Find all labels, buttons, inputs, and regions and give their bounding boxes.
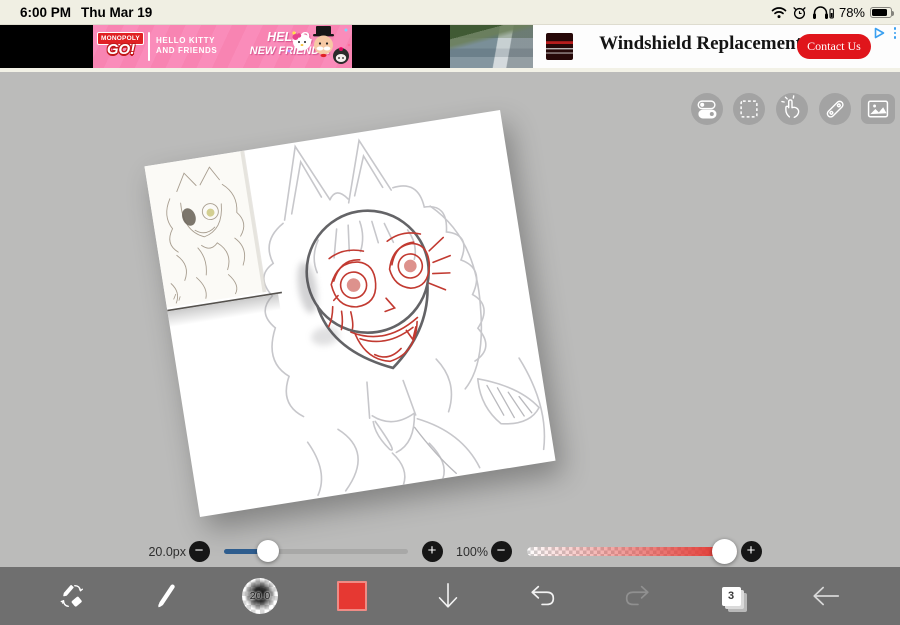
ad-subtitle: HELLO KITTY AND FRIENDS (156, 36, 218, 55)
reference-inset (144, 150, 267, 308)
back-arrow-icon (813, 586, 840, 606)
marquee-select-button[interactable] (733, 93, 765, 125)
color-swatch-button[interactable] (337, 567, 367, 625)
ibispaint-app: 6:00 PM Thu Mar 19 78% MONOPOLY GO! HELL… (0, 0, 900, 625)
windshield-ad-photo[interactable] (450, 25, 533, 68)
brush-preview-button[interactable]: 20.0 (242, 567, 278, 625)
opacity-minus-button[interactable]: − (490, 540, 512, 562)
ad-menu-icon[interactable] (893, 27, 897, 41)
brush-icon (158, 584, 175, 608)
hand-gesture-button[interactable] (776, 93, 808, 125)
ad-banner: MONOPOLY GO! HELLO KITTY AND FRIENDS HEL… (0, 25, 900, 88)
marquee-select-icon (740, 100, 758, 118)
ad-characters (287, 26, 351, 64)
hand-gesture-icon (781, 95, 800, 119)
down-arrow-icon (438, 583, 458, 608)
adchoices-icon[interactable] (874, 27, 886, 39)
clock-time: 6:00 PM (20, 5, 72, 20)
redo-icon (625, 585, 649, 606)
bottom-toolbar: 20.0 3 (0, 567, 900, 625)
brush-size-value: 20.0 (249, 590, 271, 602)
reference-image-icon (867, 100, 889, 118)
brush-size-plus-button[interactable]: + (421, 540, 443, 562)
clock-date: Thu Mar 19 (81, 5, 153, 20)
monopoly-go-logo: MONOPOLY GO! (97, 30, 144, 63)
ad-divider (148, 32, 150, 61)
contact-us-button[interactable]: Contact Us (797, 34, 871, 59)
color-swatch (337, 581, 367, 611)
drawing-canvas[interactable] (144, 110, 556, 517)
layers-button[interactable]: 3 (713, 567, 749, 625)
tool-swap-button[interactable] (54, 567, 90, 625)
reference-image-button[interactable] (861, 94, 895, 124)
toggles-icon (697, 100, 717, 119)
brush-tool-button[interactable] (148, 567, 184, 625)
toggles-button[interactable] (691, 93, 723, 125)
canvas-workspace: 20.0px − + 100% − + (0, 72, 900, 567)
battery-icon (870, 7, 894, 18)
back-button[interactable] (808, 567, 844, 625)
opacity-plus-button[interactable]: + (740, 540, 762, 562)
opacity-label: 100% (456, 545, 488, 559)
brush-preview: 20.0 (242, 578, 278, 614)
ruler-button[interactable] (819, 93, 851, 125)
redo-button[interactable] (619, 567, 655, 625)
battery-percent: 78% (838, 5, 865, 20)
undo-icon (531, 585, 555, 606)
down-arrow-button[interactable] (430, 567, 466, 625)
tool-swap-icon (60, 584, 84, 608)
windshield-ad-logo (546, 33, 573, 60)
ruler-icon (826, 100, 844, 118)
brush-size-knob[interactable] (257, 540, 279, 562)
windshield-ad-title: Windshield Replacement (599, 33, 802, 54)
monopoly-go-ad[interactable]: MONOPOLY GO! HELLO KITTY AND FRIENDS HEL… (93, 25, 352, 68)
status-bar: 6:00 PM Thu Mar 19 78% (0, 0, 900, 25)
opacity-knob[interactable] (711, 538, 737, 564)
layer-count: 3 (727, 590, 735, 602)
alarm-icon (793, 7, 806, 19)
headphones-icon (812, 6, 834, 19)
brush-size-minus-button[interactable]: − (188, 540, 210, 562)
brush-size-label: 20.0px (148, 545, 186, 559)
opacity-slider[interactable] (527, 546, 737, 556)
wifi-icon (771, 7, 787, 19)
brush-size-slider[interactable] (224, 549, 408, 554)
windshield-ad[interactable]: Windshield Replacement Contact Us (533, 25, 900, 68)
layers-icon: 3 (721, 586, 741, 606)
undo-button[interactable] (525, 567, 561, 625)
artwork-sketch (144, 138, 546, 497)
